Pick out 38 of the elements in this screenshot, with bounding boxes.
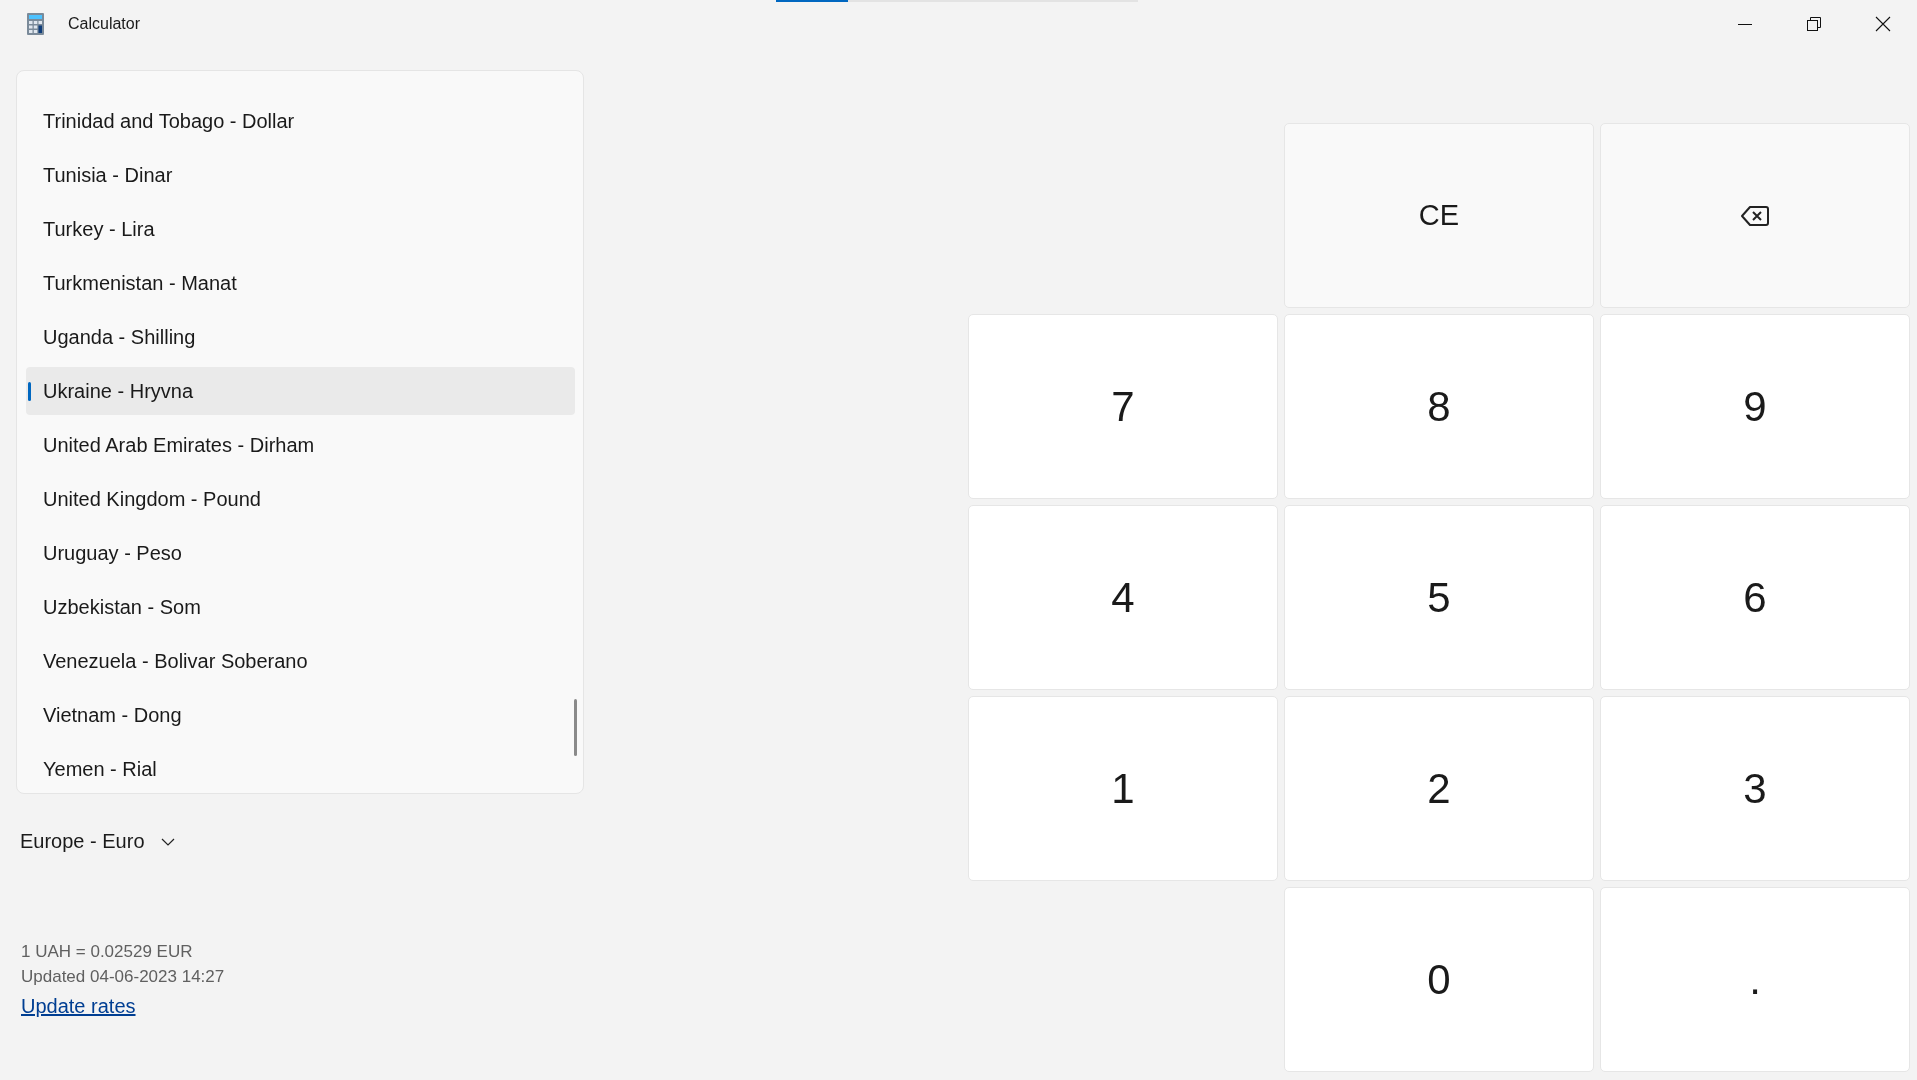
- currency-option[interactable]: United Arab Emirates - Dirham: [17, 418, 575, 472]
- digit-key[interactable]: 9: [1600, 314, 1910, 499]
- digit-key[interactable]: 0: [1284, 887, 1594, 1072]
- currency-option[interactable]: Ukraine - Hryvna: [26, 367, 575, 415]
- digit-key[interactable]: 5: [1284, 505, 1594, 690]
- currency-option[interactable]: Uganda - Shilling: [17, 310, 575, 364]
- currency-option[interactable]: Yemen - Rial: [17, 742, 575, 793]
- backspace-button[interactable]: [1600, 123, 1910, 308]
- currency-option[interactable]: Turkey - Lira: [17, 202, 575, 256]
- digit-key[interactable]: 7: [968, 314, 1278, 499]
- digit-key[interactable]: 2: [1284, 696, 1594, 881]
- currency-dropdown[interactable]: Europe - Euro: [20, 826, 175, 857]
- currency-option[interactable]: Uzbekistan - Som: [17, 580, 575, 634]
- currency-option[interactable]: United Kingdom - Pound: [17, 472, 575, 526]
- update-rates-link[interactable]: Update rates: [21, 995, 136, 1018]
- calculator-icon: [27, 13, 44, 35]
- digit-key[interactable]: 8: [1284, 314, 1594, 499]
- digit-key[interactable]: 1: [968, 696, 1278, 881]
- currency-option[interactable]: Trinidad and Tobago - Dollar: [17, 94, 575, 148]
- exchange-rate: 1 UAH = 0.02529 EUR: [21, 941, 193, 963]
- chevron-down-icon: [160, 837, 175, 846]
- updated-time: Updated 04-06-2023 14:27: [21, 966, 225, 988]
- digit-key[interactable]: .: [1600, 887, 1910, 1072]
- currency-option[interactable]: Turkmenistan - Manat: [17, 256, 575, 310]
- currency-option[interactable]: Tunisia - Dinar: [17, 148, 575, 202]
- close-icon: [1874, 16, 1891, 32]
- currency-option[interactable]: Venezuela - Bolivar Soberano: [17, 634, 575, 688]
- minimize-icon: [1737, 23, 1752, 25]
- backspace-icon: [1740, 203, 1770, 228]
- digit-key[interactable]: 3: [1600, 696, 1910, 881]
- clear-entry-button[interactable]: CE: [1284, 123, 1594, 308]
- scrollbar-thumb[interactable]: [574, 699, 577, 756]
- window-title: Calculator: [68, 15, 141, 33]
- digit-key[interactable]: 4: [968, 505, 1278, 690]
- currency-option[interactable]: Uruguay - Peso: [17, 526, 575, 580]
- currency-option[interactable]: Vietnam - Dong: [17, 688, 575, 742]
- restore-icon: [1805, 16, 1822, 32]
- digit-key[interactable]: 6: [1600, 505, 1910, 690]
